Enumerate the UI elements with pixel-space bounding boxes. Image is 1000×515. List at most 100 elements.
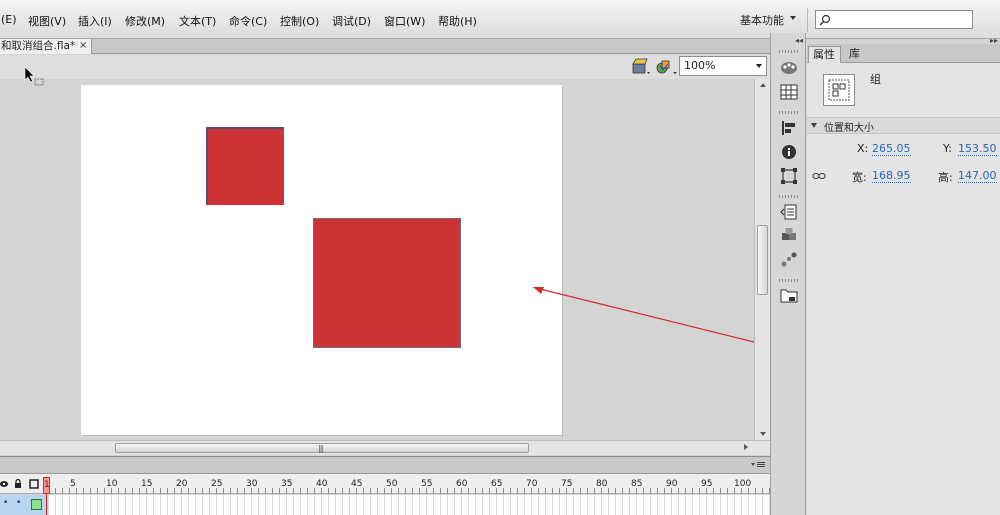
project-panel-icon[interactable]: [778, 286, 800, 306]
edit-symbol-icon[interactable]: [656, 58, 678, 76]
search-input[interactable]: [815, 10, 973, 29]
scroll-up-icon[interactable]: [760, 83, 766, 87]
align-panel-icon[interactable]: [778, 118, 800, 138]
layer-visible-dot[interactable]: •: [3, 498, 8, 508]
layer-row[interactable]: [0, 495, 770, 515]
frame-number: 80: [596, 479, 608, 489]
workspace-switcher[interactable]: 基本功能: [740, 12, 784, 28]
document-tab-title: 和取消组合.fla*: [1, 40, 76, 52]
menu-commands[interactable]: 命令(C): [229, 13, 267, 29]
group-icon: [823, 74, 855, 106]
frame-number: 55: [421, 479, 433, 489]
transform-panel-icon[interactable]: [778, 166, 800, 186]
horizontal-scrollbar[interactable]: |||: [0, 440, 770, 455]
zoom-select[interactable]: 100%: [679, 56, 767, 76]
edit-scene-icon[interactable]: [631, 58, 651, 76]
y-label: Y:: [943, 142, 952, 155]
vertical-scrollbar[interactable]: [754, 79, 770, 440]
scrollbar-grip-icon: |||: [318, 444, 324, 453]
frame-number: 40: [316, 479, 328, 489]
outline-icon[interactable]: [29, 479, 39, 489]
timeline-header: [0, 456, 770, 474]
frame-number: 5: [70, 479, 76, 489]
section-title: 位置和大小: [824, 123, 874, 134]
layer-color-swatch[interactable]: [31, 499, 42, 510]
dock-grip[interactable]: [779, 195, 799, 198]
playhead[interactable]: 1: [43, 477, 50, 515]
instance-type-label: 组: [870, 73, 881, 86]
tab-library[interactable]: 库: [843, 46, 860, 61]
layer-frames[interactable]: [48, 495, 770, 515]
color-panel-icon[interactable]: [778, 58, 800, 78]
menu-edit[interactable]: (E): [1, 13, 17, 26]
frame-number: 20: [176, 479, 188, 489]
edit-bar: [0, 55, 770, 79]
collapse-icon[interactable]: ◂◂: [795, 36, 803, 45]
zoom-value: 100%: [684, 59, 716, 72]
chevron-down-icon: [756, 64, 762, 68]
panel-menu-icon[interactable]: [750, 460, 766, 470]
menu-view[interactable]: 视图(V): [28, 13, 66, 29]
menu-separator: [807, 8, 808, 32]
frame-number: 95: [701, 479, 713, 489]
chain-link-icon[interactable]: [812, 170, 826, 182]
x-label: X:: [857, 142, 869, 155]
layer-lock-dot[interactable]: •: [16, 498, 21, 508]
dock-grip[interactable]: [779, 50, 799, 53]
frame-number: 10: [106, 479, 118, 489]
chevron-down-icon[interactable]: [811, 123, 817, 128]
large-red-square-group[interactable]: [313, 218, 461, 348]
close-icon[interactable]: ×: [79, 39, 87, 53]
small-red-square[interactable]: [206, 127, 284, 205]
frame-number: 85: [631, 479, 643, 489]
horizontal-scrollbar-thumb[interactable]: |||: [115, 443, 529, 453]
frame-number: 70: [526, 479, 538, 489]
frame-number: 45: [351, 479, 363, 489]
menu-help[interactable]: 帮助(H): [438, 13, 477, 29]
dock-grip[interactable]: [779, 279, 799, 282]
menu-text[interactable]: 文本(T): [179, 13, 216, 29]
vertical-scrollbar-thumb[interactable]: [757, 225, 768, 295]
menu-modify[interactable]: 修改(M): [125, 13, 165, 29]
document-tab-strip: 和取消组合.fla* ×: [0, 39, 770, 54]
menu-window[interactable]: 窗口(W): [384, 13, 425, 29]
code-snippets-icon[interactable]: [778, 202, 800, 222]
frame-number: 30: [246, 479, 258, 489]
playhead-line: [46, 494, 47, 515]
dock-grip[interactable]: [779, 111, 799, 114]
components-panel-icon[interactable]: [778, 226, 800, 246]
cursor-icon: [24, 66, 44, 86]
menu-insert[interactable]: 插入(I): [78, 13, 112, 29]
height-value[interactable]: 147.00: [958, 170, 997, 183]
info-icon[interactable]: [778, 142, 800, 162]
frame-number: 60: [456, 479, 468, 489]
motion-presets-icon[interactable]: [778, 250, 800, 270]
annotation-arrow: [533, 287, 771, 347]
eye-icon[interactable]: [0, 479, 8, 489]
y-value[interactable]: 153.50: [958, 143, 997, 156]
swatches-panel-icon[interactable]: [778, 82, 800, 102]
frame-number: 65: [491, 479, 503, 489]
lock-icon[interactable]: [13, 479, 23, 489]
frame-number: 15: [141, 479, 153, 489]
width-label: 宽:: [852, 171, 867, 184]
properties-panel: [807, 44, 1000, 515]
frame-number: 25: [211, 479, 223, 489]
frame-number: 90: [666, 479, 678, 489]
height-label: 高:: [938, 171, 953, 184]
x-value[interactable]: 265.05: [872, 143, 911, 156]
menu-control[interactable]: 控制(O): [280, 13, 319, 29]
frame-number: 75: [561, 479, 573, 489]
chevron-down-icon[interactable]: [790, 16, 796, 20]
scroll-down-icon[interactable]: [760, 432, 766, 436]
document-tab[interactable]: 和取消组合.fla* ×: [0, 39, 92, 54]
menu-debug[interactable]: 调试(D): [332, 13, 371, 29]
current-frame-indicator[interactable]: 1: [43, 477, 50, 494]
frame-number: 100: [734, 479, 752, 489]
frame-number: 35: [281, 479, 293, 489]
width-value[interactable]: 168.95: [872, 170, 911, 183]
scroll-right-icon[interactable]: [744, 444, 748, 450]
panel-dock: [770, 33, 806, 515]
search-icon: [819, 14, 831, 26]
tab-properties[interactable]: 属性: [808, 46, 841, 63]
